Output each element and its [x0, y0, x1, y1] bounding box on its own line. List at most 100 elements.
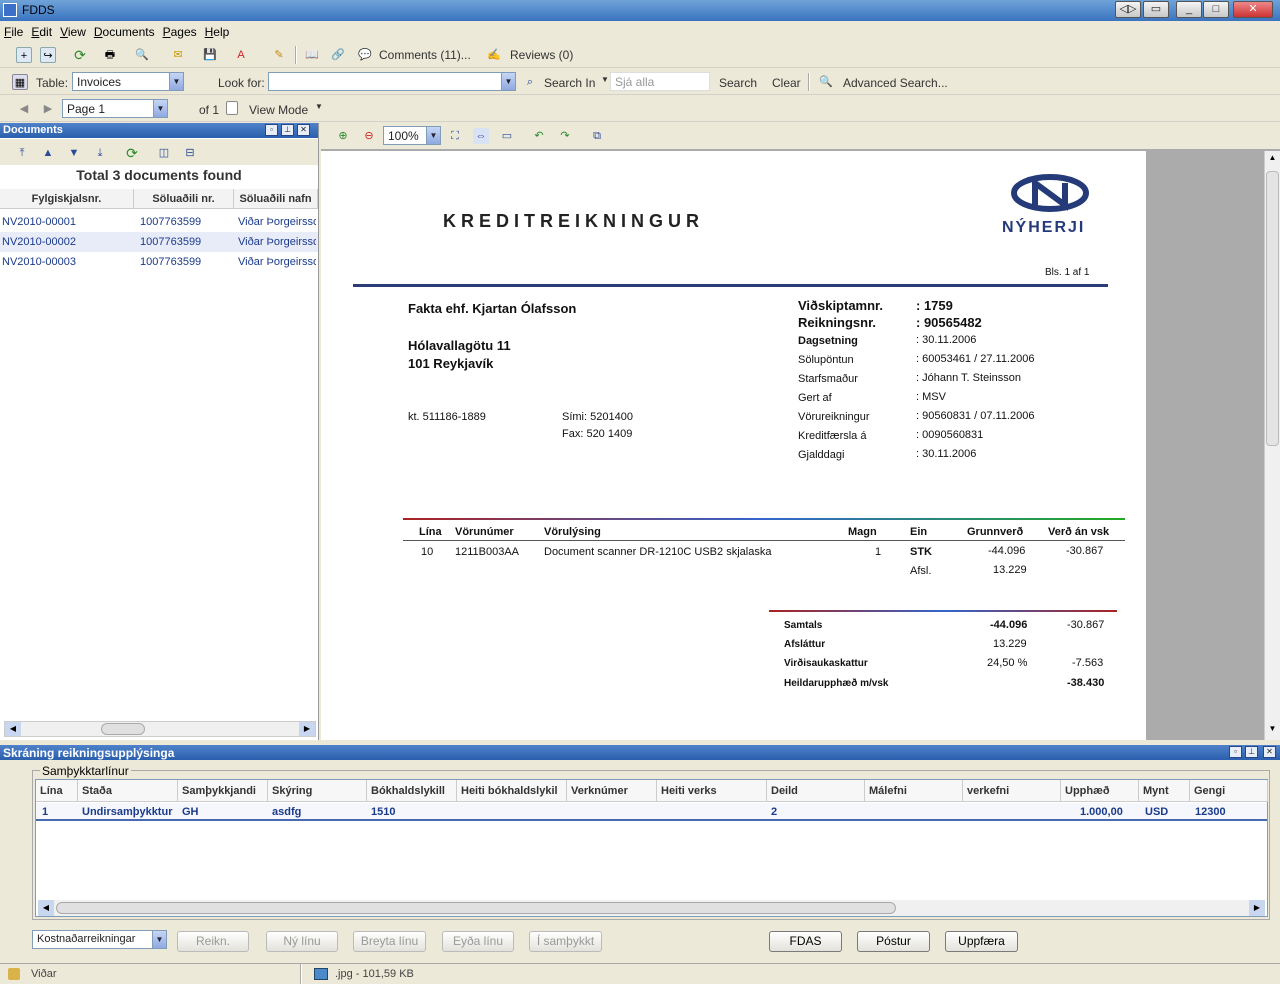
new-icon[interactable]: + — [16, 47, 32, 63]
fit-width-icon[interactable]: ⇔ — [473, 128, 489, 144]
close-panel-icon[interactable]: ✕ — [1263, 746, 1276, 758]
pin-icon[interactable]: ⊥ — [281, 124, 294, 136]
scroll-left-icon[interactable]: ◀ — [5, 722, 21, 736]
maximize-button[interactable]: □ — [1203, 1, 1229, 18]
comments-button[interactable]: Comments (11)... — [379, 48, 471, 62]
list-item[interactable]: NV2010-00003 1007763599 Viðar Þorgeirsson — [0, 252, 318, 272]
scroll-thumb[interactable] — [56, 902, 896, 914]
menu-pages[interactable]: Pages — [159, 21, 201, 39]
scroll-thumb[interactable] — [1266, 171, 1279, 446]
actual-size-icon[interactable]: ▭ — [499, 128, 515, 144]
column-header[interactable]: Heiti verks — [657, 780, 767, 802]
zoom-in-icon[interactable]: ⊕ — [335, 128, 351, 144]
column-header[interactable]: verkefni — [963, 780, 1061, 802]
invoice-type-select[interactable]: Kostnaðarreikningar ▼ — [32, 930, 167, 949]
column-header[interactable]: Heiti bókhaldslykil — [457, 780, 567, 802]
column-header[interactable]: Upphæð — [1061, 780, 1139, 802]
zoom-select[interactable]: 100% ▼ — [383, 126, 441, 145]
look-for-input[interactable]: ▼ — [268, 72, 516, 91]
pin-icon[interactable]: ⊥ — [1245, 746, 1258, 758]
menu-view[interactable]: View — [56, 21, 90, 39]
minimize-button[interactable]: _ — [1176, 1, 1202, 18]
menu-documents[interactable]: Documents — [90, 21, 159, 39]
edit-note-icon[interactable]: ✎ — [271, 47, 287, 63]
column-header[interactable]: Deild — [767, 780, 865, 802]
list-item[interactable]: NV2010-00001 1007763599 Viðar Þorgeirsson — [0, 212, 318, 232]
mail-button[interactable]: Póstur — [857, 931, 930, 952]
horizontal-scrollbar[interactable]: ◀ ▶ — [4, 721, 316, 737]
menu-edit[interactable]: Edit — [27, 21, 56, 39]
up-icon[interactable]: ▲ — [40, 145, 56, 161]
page-select[interactable]: Page 1 ▼ — [62, 99, 168, 118]
see-all-input[interactable]: Sjá alla — [610, 72, 710, 91]
comment-icon[interactable]: 💬 — [357, 47, 373, 63]
review-icon[interactable]: ✍ — [486, 47, 502, 63]
clear-button[interactable]: Clear — [772, 76, 801, 90]
first-icon[interactable]: ⤒ — [14, 145, 30, 161]
advanced-search-button[interactable]: Advanced Search... — [843, 76, 948, 90]
column-header[interactable]: Samþykkjandi — [178, 780, 268, 802]
search-in-button[interactable]: Search In — [544, 76, 595, 90]
print-icon[interactable]: 🖶 — [102, 47, 118, 63]
fdas-button[interactable]: FDAS — [769, 931, 842, 952]
refresh-icon[interactable]: ⟳ — [72, 47, 88, 63]
prev-page-icon[interactable]: ◀ — [16, 101, 32, 117]
delete-line-button[interactable]: Eyða línu — [442, 931, 514, 952]
float-icon[interactable]: ▫ — [1229, 746, 1242, 758]
edit-line-button[interactable]: Breyta línu — [353, 931, 426, 952]
scroll-up-icon[interactable]: ▲ — [1266, 153, 1279, 165]
menu-file[interactable]: File — [0, 21, 27, 39]
float-icon[interactable]: ▫ — [265, 124, 278, 136]
search-button[interactable]: Search — [719, 76, 757, 90]
close-panel-icon[interactable]: ✕ — [297, 124, 310, 136]
column-header[interactable]: Lína — [36, 780, 78, 802]
preview-icon[interactable]: 🔍 — [134, 47, 150, 63]
column-header[interactable]: Fylgiskjalsnr. — [0, 189, 134, 209]
scroll-thumb[interactable] — [101, 723, 145, 735]
last-icon[interactable]: ⤓ — [92, 145, 108, 161]
reviews-button[interactable]: Reviews (0) — [510, 48, 573, 62]
restore-arrows-button[interactable]: ◁▷ — [1115, 1, 1141, 18]
split-vertical-icon[interactable]: ◫ — [156, 145, 172, 161]
scroll-right-icon[interactable]: ▶ — [299, 722, 315, 736]
column-header[interactable]: Málefni — [865, 780, 963, 802]
import-icon[interactable]: ↪ — [40, 47, 56, 63]
scroll-left-icon[interactable]: ◀ — [38, 900, 54, 916]
scroll-down-icon[interactable]: ▼ — [1266, 724, 1279, 736]
refresh-list-icon[interactable]: ⟳ — [124, 145, 140, 161]
column-header[interactable]: Skýring — [268, 780, 367, 802]
column-header[interactable]: Gengi — [1190, 780, 1268, 802]
column-header[interactable]: Söluaðili nafn — [234, 189, 318, 209]
copy-icon[interactable]: ⧉ — [589, 128, 605, 144]
column-header[interactable]: Bókhaldslykill — [367, 780, 457, 802]
scroll-right-icon[interactable]: ▶ — [1249, 900, 1265, 916]
table-select[interactable]: Invoices ▼ — [72, 72, 184, 91]
tile-button[interactable]: ▭ — [1143, 1, 1169, 18]
reikn-button[interactable]: Reikn. — [177, 931, 249, 952]
fit-page-icon[interactable]: ⛶ — [447, 128, 463, 144]
list-item[interactable]: NV2010-00002 1007763599 Viðar Þorgeirsson — [0, 232, 318, 252]
column-header[interactable]: Mynt — [1139, 780, 1190, 802]
update-button[interactable]: Uppfæra — [945, 931, 1018, 952]
rotate-left-icon[interactable]: ↶ — [531, 128, 547, 144]
grid-horizontal-scrollbar[interactable]: ◀ ▶ — [38, 900, 1265, 916]
email-icon[interactable]: ✉ — [170, 47, 186, 63]
pdf-icon[interactable]: A — [233, 47, 249, 63]
save-icon[interactable]: 💾 — [202, 47, 218, 63]
table-row[interactable]: 1 Undirsamþykktur GH asdfg 1510 2 1.000,… — [36, 803, 1267, 821]
split-horizontal-icon[interactable]: ⊟ — [182, 145, 198, 161]
close-button[interactable]: ✕ — [1233, 1, 1273, 18]
column-header[interactable]: Verknúmer — [567, 780, 657, 802]
new-line-button[interactable]: Ný línu — [266, 931, 338, 952]
down-icon[interactable]: ▼ — [66, 145, 82, 161]
approval-button[interactable]: Í samþykkt — [529, 931, 602, 952]
attach-icon[interactable]: 🔗 — [330, 47, 346, 63]
menu-help[interactable]: Help — [201, 21, 234, 39]
rotate-right-icon[interactable]: ↷ — [557, 128, 573, 144]
vertical-scrollbar[interactable]: ▲ ▼ — [1264, 151, 1280, 740]
book-icon[interactable]: 📖 — [304, 47, 320, 63]
column-header[interactable]: Staða — [78, 780, 178, 802]
next-page-icon[interactable]: ▶ — [40, 101, 56, 117]
column-header[interactable]: Söluaðili nr. — [134, 189, 234, 209]
view-mode-button[interactable]: View Mode — [249, 103, 308, 117]
